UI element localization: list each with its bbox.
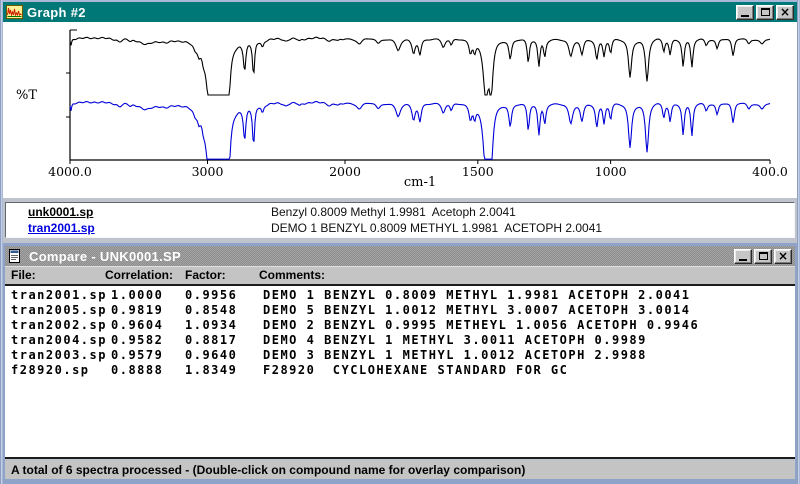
graph-window-title: Graph #2 (27, 5, 86, 20)
compound-file-name[interactable]: tran2001.sp (11, 288, 107, 303)
column-header-file: File: (11, 268, 36, 282)
spectrum-trace-unk0001sp (70, 37, 770, 95)
factor-value: 1.0934 (185, 318, 237, 333)
graph-close-button[interactable]: × (776, 5, 794, 20)
compare-table[interactable]: tran2001.sp 1.0000 0.9956 DEMO 1 BENZYL 0.8… (5, 284, 795, 459)
correlation-value: 0.9579 (111, 348, 163, 363)
compare-window: Compare - UNK0001.SP × File: Correlation… (2, 243, 798, 482)
compare-window-title: Compare - UNK0001.SP (29, 249, 181, 264)
close-icon: × (780, 7, 790, 17)
x-tick-label: 1000 (595, 164, 627, 179)
column-header-comments: Comments: (259, 268, 325, 282)
correlation-value: 0.9819 (111, 303, 163, 318)
compare-table-row[interactable]: tran2003.sp 0.9579 0.9640 DEMO 3 BENZYL 1 M… (5, 348, 795, 363)
compare-table-row[interactable]: tran2005.sp 0.9819 0.8548 DEMO 5 BENZYL 1.0… (5, 303, 795, 318)
file-description: Benzyl 0.8009 Methyl 1.9981 Acetoph 2.00… (271, 204, 516, 220)
spectra-legend-list: unk0001.sp Benzyl 0.8009 Methyl 1.9981 A… (5, 202, 795, 238)
file-link-tran2001[interactable]: tran2001.sp (28, 220, 95, 236)
minimize-icon (739, 259, 747, 261)
compare-window-titlebar[interactable]: Compare - UNK0001.SP × (5, 246, 795, 266)
document-icon (8, 249, 25, 263)
x-tick-label: 2000 (329, 164, 361, 179)
graph-maximize-button[interactable] (756, 5, 774, 20)
factor-value: 0.9640 (185, 348, 237, 363)
column-header-correlation: Correlation: (105, 268, 173, 282)
comments-value: F28920 CYCLOHEXANE STANDARD FOR GC (263, 363, 568, 378)
compound-file-name[interactable]: f28920.sp (11, 363, 90, 378)
x-tick-label: 4000.0 (48, 164, 92, 179)
compare-table-row[interactable]: f28920.sp 0.8888 1.8349 F28920 CYCLOHEXANE … (5, 363, 795, 378)
compound-file-name[interactable]: tran2005.sp (11, 303, 107, 318)
close-icon: × (778, 251, 788, 261)
spectrum-trace-tran2001sp (70, 102, 770, 160)
spectra-plot-area[interactable]: 4000.0 3000 2000 1500 1000 400.0 %T cm-1 (3, 22, 797, 198)
compound-file-name[interactable]: tran2003.sp (11, 348, 107, 363)
x-tick-label: 1500 (462, 164, 494, 179)
correlation-value: 0.9582 (111, 333, 163, 348)
status-bar: A total of 6 spectra processed - (Double… (5, 461, 795, 479)
spectra-legend-panel: unk0001.sp Benzyl 0.8009 Methyl 1.9981 A… (3, 198, 797, 240)
factor-value: 0.9956 (185, 288, 237, 303)
compare-table-header: File: Correlation: Factor: Comments: (5, 266, 795, 284)
graph-window-titlebar[interactable]: Graph #2 × (3, 2, 797, 22)
factor-value: 0.8548 (185, 303, 237, 318)
column-header-factor: Factor: (185, 268, 226, 282)
comments-value: DEMO 5 BENZYL 1.0012 METHYL 3.0007 ACETO… (263, 303, 691, 318)
minimize-icon (741, 15, 749, 17)
x-tick-label: 400.0 (752, 164, 788, 179)
x-tick-label: 3000 (192, 164, 224, 179)
factor-value: 0.8817 (185, 333, 237, 348)
comments-value: DEMO 2 BENZYL 0.9995 METHEYL 1.0056 ACET… (263, 318, 699, 333)
application-window: Graph #2 × 4000.0 3000 2000 1500 1000 400.0 %… (0, 0, 800, 484)
file-description: DEMO 1 BENZYL 0.8009 METHYL 1.9981 ACETO… (271, 220, 602, 236)
compare-table-row[interactable]: tran2002.sp 0.9604 1.0934 DEMO 2 BENZYL 0.9… (5, 318, 795, 333)
file-link-unk0001[interactable]: unk0001.sp (28, 204, 93, 220)
spectrum-chart-icon (6, 5, 23, 19)
compare-close-button[interactable]: × (774, 249, 792, 264)
correlation-value: 0.9604 (111, 318, 163, 333)
status-text: A total of 6 spectra processed - (Double… (11, 463, 525, 477)
maximize-icon (759, 252, 768, 260)
factor-value: 1.8349 (185, 363, 237, 378)
comments-value: DEMO 1 BENZYL 0.8009 METHYL 1.9981 ACETO… (263, 288, 691, 303)
compare-maximize-button[interactable] (754, 249, 772, 264)
compare-table-row[interactable]: tran2004.sp 0.9582 0.8817 DEMO 4 BENZYL 1 M… (5, 333, 795, 348)
maximize-icon (761, 8, 770, 16)
graph-minimize-button[interactable] (736, 5, 754, 20)
x-axis-label: cm-1 (404, 175, 436, 190)
y-axis-label: %T (16, 88, 37, 103)
window-frame-top (0, 0, 800, 2)
compare-table-row[interactable]: tran2001.sp 1.0000 0.9956 DEMO 1 BENZYL 0.8… (5, 288, 795, 303)
correlation-value: 1.0000 (111, 288, 163, 303)
window-frame-left (0, 0, 3, 484)
compound-file-name[interactable]: tran2004.sp (11, 333, 107, 348)
legend-row-unknown: unk0001.sp Benzyl 0.8009 Methyl 1.9981 A… (6, 204, 794, 220)
spectra-plot: 4000.0 3000 2000 1500 1000 400.0 (3, 22, 797, 198)
correlation-value: 0.8888 (111, 363, 163, 378)
legend-row-match: tran2001.sp DEMO 1 BENZYL 0.8009 METHYL … (6, 220, 794, 236)
compare-minimize-button[interactable] (734, 249, 752, 264)
compound-file-name[interactable]: tran2002.sp (11, 318, 107, 333)
graph-window: Graph #2 × 4000.0 3000 2000 1500 1000 400.0 %… (3, 2, 797, 240)
comments-value: DEMO 4 BENZYL 1 METHYL 3.0011 ACETOPH 0.… (263, 333, 647, 348)
comments-value: DEMO 3 BENZYL 1 METHYL 1.0012 ACETOPH 2.… (263, 348, 647, 363)
